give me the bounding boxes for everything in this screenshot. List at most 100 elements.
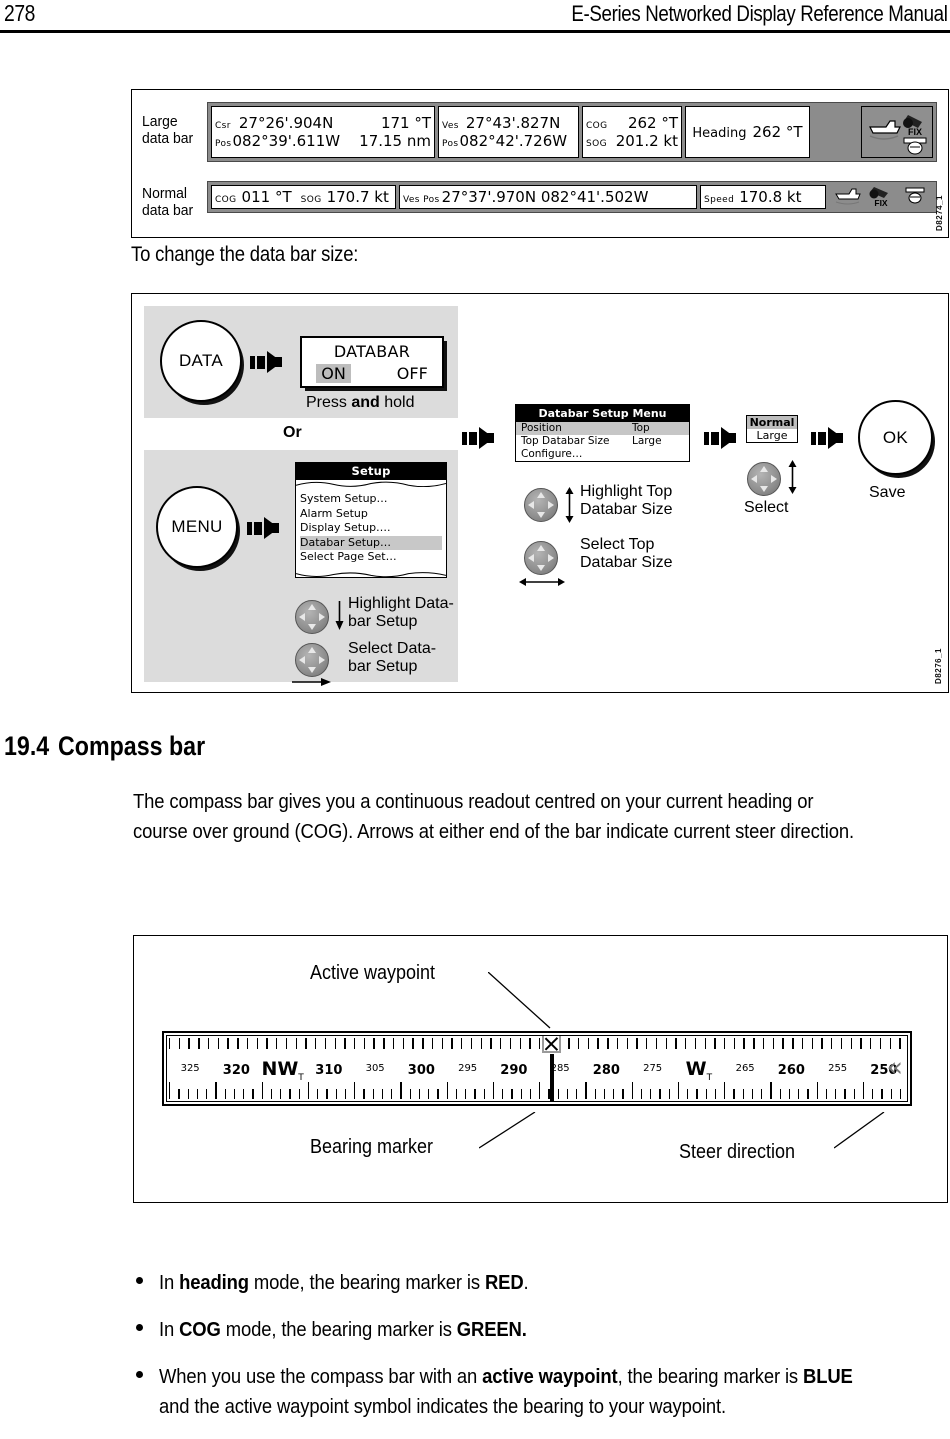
databar-setup-row-0[interactable]: Position Top	[516, 422, 689, 435]
menu-item-2[interactable]: Display Setup….	[300, 521, 442, 536]
compass-bar-figure: Active waypoint Bearing marker Steer dir…	[133, 935, 948, 1203]
torn-edge-top	[296, 481, 446, 487]
normal-cell-cogsog: COG 011 °T SOG 170.7 kt	[211, 185, 396, 209]
large-label-line1: Large	[142, 113, 178, 130]
databar-setup-row-2[interactable]: Configure…	[516, 448, 689, 461]
bullet-item-2: When you use the compass bar with an act…	[133, 1362, 949, 1422]
databar-setup-row-1-value: Large	[632, 435, 662, 447]
databar-setup-row-0-label: Position	[521, 422, 562, 434]
normal-speed-value: 170.8 kt	[739, 188, 802, 206]
bullet-dot-icon	[136, 1371, 143, 1378]
ves-pos-tag: Pos	[442, 139, 459, 149]
databar-popup: DATABAR ON OFF	[300, 336, 444, 388]
setup-menu-items: System Setup… Alarm Setup Display Setup……	[295, 480, 447, 578]
leader-steer-direction	[834, 1112, 885, 1149]
compass-label-305: 305	[365, 1063, 385, 1074]
up-down-arrow-icon-2	[787, 460, 798, 494]
sog-value: 201.2 kt	[615, 132, 678, 150]
databar-setup-row-1[interactable]: Top Databar Size Large	[516, 435, 689, 448]
large-label-line2: data bar	[142, 130, 194, 147]
left-right-arrow-icon	[519, 576, 565, 588]
data-key-label: DATA	[178, 351, 223, 370]
databar-option-off[interactable]: OFF	[397, 364, 428, 383]
databar-option-on[interactable]: ON	[316, 363, 351, 383]
setup-menu-title: Setup	[295, 462, 447, 480]
setup-menu-screen: Setup System Setup… Alarm Setup Display …	[295, 462, 447, 578]
status-icon-group: FIX	[864, 109, 930, 155]
bullet-item-0: In heading mode, the bearing marker is R…	[133, 1268, 949, 1298]
svg-text:FIX: FIX	[874, 198, 888, 208]
steer-direction-arrow: «	[886, 1052, 903, 1083]
databar-setup-row-0-value: Top	[632, 422, 650, 434]
normal-sog-value: 170.7 kt	[326, 188, 389, 206]
page-header: 278 E-Series Networked Display Reference…	[0, 0, 950, 33]
heading-value: 262 °T	[752, 123, 803, 141]
databar-setup-row-2-label: Configure…	[521, 448, 583, 460]
normal-cell-vespos: Ves Pos 27°37'.970N 082°41'.502W	[399, 185, 697, 209]
setup-action-1-text: Select Top Databar Size	[580, 536, 673, 571]
satellite-fix-icon-small: FIX	[869, 187, 888, 208]
databar-cell-heading: Heading 262 °T	[685, 106, 810, 158]
bullet-item-1: In COG mode, the bearing marker is GREEN…	[133, 1315, 949, 1345]
compass-label-300: 300	[407, 1063, 435, 1078]
databar-size-caption: To change the data bar size:	[131, 243, 359, 266]
right-arrow-icon	[292, 676, 332, 688]
arrow-menu-to-setup	[247, 517, 279, 539]
databar-popup-title: DATABAR	[333, 341, 411, 361]
compass-label-nw: NWT	[261, 1058, 304, 1083]
csr-range: 17.15 nm	[359, 132, 431, 150]
active-waypoint-symbol	[541, 1036, 561, 1053]
compass-label-275: 275	[643, 1063, 663, 1074]
compass-label-260: 260	[777, 1063, 805, 1078]
normal-vespos-value: 27°37'.970N 082°41'.502W	[441, 188, 649, 206]
menu-action-0-text: Highlight Data- bar Setup	[348, 595, 454, 630]
leader-active-waypoint	[488, 972, 551, 1029]
section-number: 19.4	[4, 731, 50, 761]
size-option-large[interactable]: Large	[747, 429, 797, 442]
ok-caption: Save	[869, 484, 906, 501]
annotation-bearing-marker: Bearing marker	[310, 1136, 434, 1158]
compass-label-290: 290	[500, 1063, 528, 1078]
cog-value: 262 °T	[627, 114, 678, 132]
csr-pos-tag: Pos	[215, 139, 232, 149]
menu-item-3[interactable]: Databar Setup…	[300, 535, 442, 550]
normal-status-icon-group: FIX	[835, 187, 925, 208]
databar-cell-cursor: Csr 27°26'.904N 171 °T Pos 082°39'.611W …	[211, 106, 435, 158]
databar-figure: Large data bar Csr 27°26'.904N 171 °T Po…	[131, 89, 949, 238]
compass-label-w: WT	[685, 1058, 713, 1083]
databar-setup-menu: Databar Setup Menu Position Top Top Data…	[515, 404, 690, 462]
menu-item-4[interactable]: Select Page Set…	[300, 550, 442, 565]
ok-key-label: OK	[882, 427, 909, 447]
section-title: Compass bar	[58, 731, 206, 761]
large-databar-strip: Csr 27°26'.904N 171 °T Pos 082°39'.611W …	[207, 102, 937, 162]
menu-item-0[interactable]: System Setup…	[300, 492, 442, 507]
bullet-text-0: In heading mode, the bearing marker is R…	[159, 1271, 529, 1294]
trackpad-highlight-databar[interactable]	[295, 600, 329, 634]
trackpad-highlight-top-size[interactable]	[524, 488, 558, 522]
csr-position-lon: 082°39'.611W	[232, 132, 341, 150]
trackpad-select-top-size[interactable]	[524, 541, 558, 575]
size-selector[interactable]: Normal Large	[746, 415, 798, 443]
annotation-active-waypoint: Active waypoint	[310, 962, 436, 984]
normal-status-icons: FIX	[832, 185, 944, 209]
menu-item-1[interactable]: Alarm Setup	[300, 507, 442, 522]
normal-sog-tag: SOG	[300, 195, 322, 205]
databar-gap	[813, 106, 858, 158]
databar-cell-vessel: Ves 27°43'.827N Pos 082°42'.726W	[438, 106, 579, 158]
menu-key[interactable]: MENU	[156, 486, 238, 568]
trackpad-select-size[interactable]	[747, 462, 781, 496]
ok-key[interactable]: OK	[858, 400, 933, 475]
figure-code-databar: D8274_1	[935, 195, 944, 231]
size-option-normal[interactable]: Normal	[747, 416, 797, 429]
heading-tag: Heading	[692, 126, 747, 141]
figure-code-flow: D8276_1	[934, 648, 943, 684]
menu-action-1-text: Select Data- bar Setup	[348, 640, 437, 675]
trackpad-select-databar[interactable]	[295, 643, 329, 677]
csr-tag: Csr	[215, 121, 231, 131]
arrow-to-ok	[811, 427, 843, 449]
compass-label-280: 280	[592, 1063, 620, 1078]
data-key[interactable]: DATA	[160, 320, 242, 402]
transducer-icon-small	[905, 187, 925, 204]
bullet-dot-icon	[136, 1324, 143, 1331]
databar-setup-row-2-value	[632, 448, 684, 461]
